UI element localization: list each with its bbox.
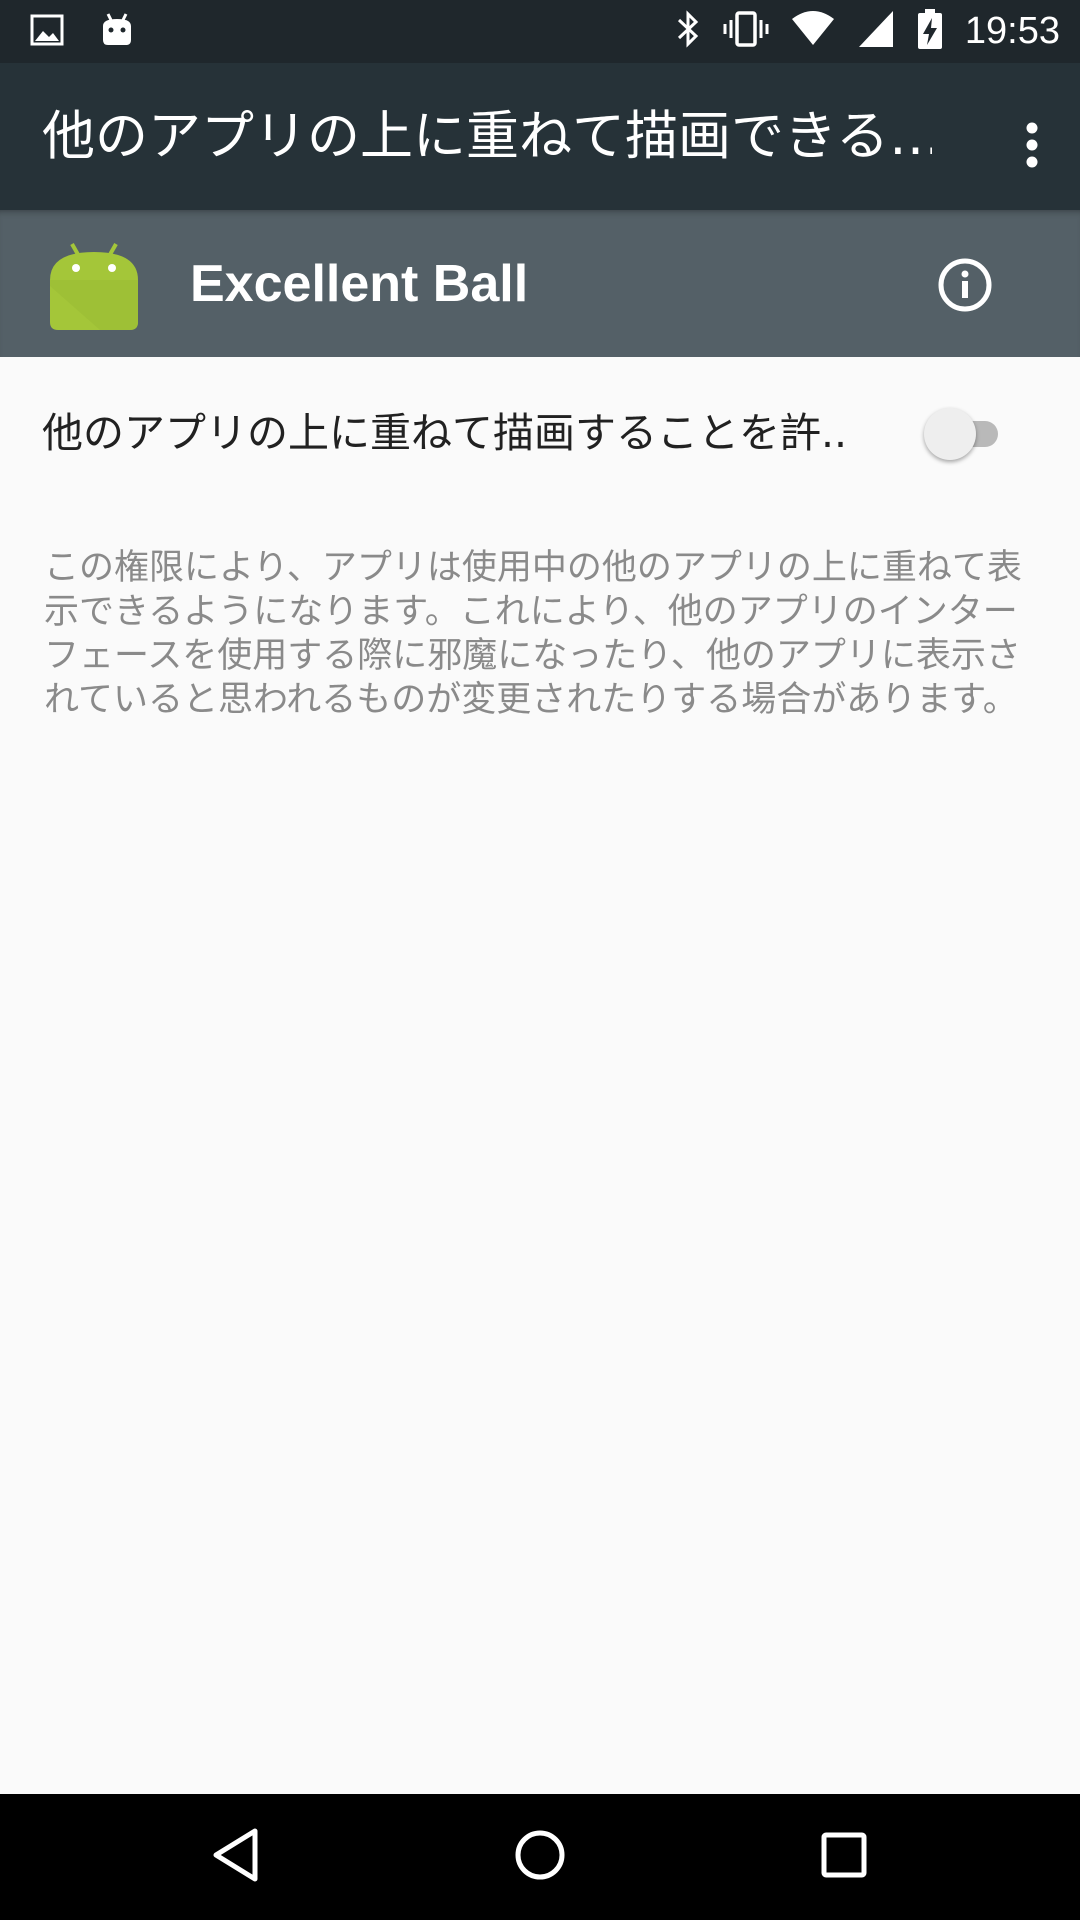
info-icon	[930, 258, 1000, 324]
app-info-button[interactable]	[930, 250, 1000, 320]
permission-toggle[interactable]	[924, 406, 1010, 462]
bluetooth-icon	[675, 9, 701, 53]
vibrate-icon	[723, 9, 769, 53]
android-notification-icon	[100, 12, 134, 52]
clock: 19:53	[964, 10, 1060, 52]
app-header: Excellent Ball	[0, 210, 1080, 357]
home-button[interactable]	[502, 1819, 578, 1895]
app-name: Excellent Ball	[190, 255, 529, 313]
android-icon	[50, 236, 138, 332]
wifi-icon	[791, 9, 835, 53]
image-notification-icon	[30, 13, 64, 51]
more-vert-icon	[1022, 121, 1042, 173]
recents-icon	[819, 1830, 869, 1884]
navigation-bar	[0, 1794, 1080, 1920]
more-options-button[interactable]	[990, 105, 1074, 189]
status-bar: 19:53	[0, 0, 1080, 63]
cell-signal-icon	[857, 9, 895, 53]
back-button[interactable]	[198, 1819, 274, 1895]
recents-button[interactable]	[806, 1819, 882, 1895]
toggle-thumb	[924, 408, 976, 460]
page-title: 他のアプリの上に重ねて描画できる…	[42, 106, 932, 167]
permission-switch-row[interactable]: 他のアプリの上に重ねて描画することを許..	[0, 357, 1080, 497]
home-icon	[512, 1827, 568, 1887]
app-bar: 他のアプリの上に重ねて描画できる…	[0, 63, 1080, 210]
back-icon	[211, 1827, 261, 1887]
permission-description: この権限により、アプリは使用中の他のアプリの上に重ねて表示できるようになります。…	[44, 548, 1022, 720]
battery-charging-icon	[917, 8, 943, 54]
permission-switch-label: 他のアプリの上に重ねて描画することを許..	[42, 409, 848, 457]
